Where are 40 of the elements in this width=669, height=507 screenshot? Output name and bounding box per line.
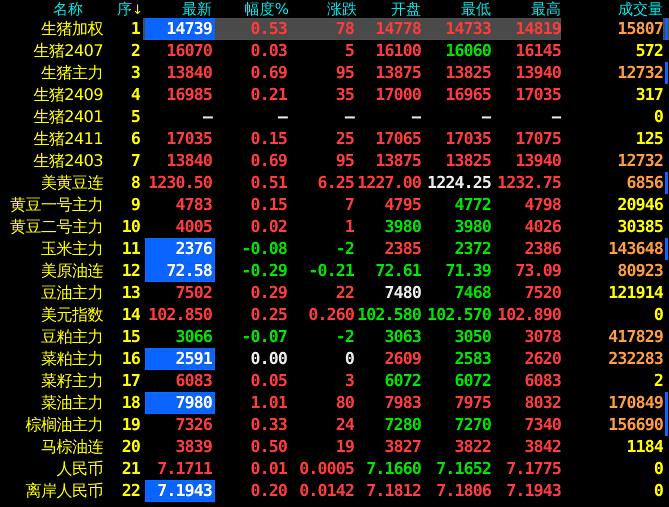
table-row[interactable]: 生猪2409 4 16985 0.21 35 17000 16965 17035 317	[0, 84, 669, 106]
column-header[interactable]: 开盘	[391, 0, 421, 18]
table-cell: 72.58	[145, 260, 215, 282]
table-row[interactable]: 美黄豆连 8 1230.50 0.51 6.25 1227.00 1224.25 1232.75 6856	[0, 172, 669, 194]
table-row[interactable]: 离岸人民币 22 7.1943 0.20 0.0142 7.1812 7.1806 7.1943 0	[0, 480, 669, 502]
table-cell: 生猪加权	[0, 18, 105, 40]
table-cell: 7980	[145, 392, 215, 414]
table-row[interactable]: 生猪2403 7 13840 0.69 95 13875 13825 13940 12732	[0, 150, 669, 172]
table-row[interactable]: 黄豆一号主力 9 4783 0.15 7 4795 4772 4798 20946	[0, 194, 669, 216]
table-row[interactable]: 玉米主力 11 2376 -0.08 -2 2385 2372 2386 143648	[0, 238, 669, 260]
column-header[interactable]: 最高	[531, 0, 561, 18]
table-row[interactable]: 人民币 21 7.1711 0.01 0.0005 7.1660 7.1652 7.1775 0	[0, 458, 669, 480]
table-row[interactable]: 棕榈油主力 19 7326 0.33 24 7280 7270 7340 156690	[0, 414, 669, 436]
table-row[interactable]: 黄豆二号主力 10 4005 0.02 1 3980 3980 4026 30385	[0, 216, 669, 238]
table-row[interactable]: 菜油主力 18 7980 1.01 80 7983 7975 8032 170849	[0, 392, 669, 414]
table-cell: 14739	[145, 18, 215, 40]
column-header[interactable]: 序	[117, 0, 132, 18]
table-row[interactable]: 菜籽主力 17 6083 0.05 3 6072 6072 6083 2	[0, 370, 669, 392]
column-header[interactable]: 最低	[461, 0, 491, 18]
column-header[interactable]: 涨跌	[327, 0, 357, 18]
table-row[interactable]: 豆油主力 13 7502 0.29 22 7480 7468 7520 121914	[0, 282, 669, 304]
table-row[interactable]: 美元指数 14 102.850 0.25 0.260 102.580 102.570 102.890 0	[0, 304, 669, 326]
table-row[interactable]: 美原油连 12 72.58 -0.29 -0.21 72.61 71.39 73.09 80923	[0, 260, 669, 282]
table-row[interactable]: 生猪2411 6 17035 0.15 25 17065 17035 17075 125	[0, 128, 669, 150]
column-header[interactable]: 成交量	[618, 0, 663, 18]
table-row[interactable]: 菜粕主力 16 2591 0.00 0 2609 2583 2620 232283	[0, 348, 669, 370]
table-cell: 2591	[145, 348, 215, 370]
table-cell: 1	[105, 18, 143, 40]
table-row[interactable]: 马棕油连 20 3839 0.50 19 3827 3822 3842 1184	[0, 436, 669, 458]
table-cell: 15807	[561, 18, 663, 40]
table-row[interactable]: 生猪主力 3 13840 0.69 95 13875 13825 13940 12732	[0, 62, 669, 84]
table-cell: 7.1943	[145, 480, 215, 502]
column-header[interactable]: 幅度%	[244, 0, 289, 18]
column-header[interactable]: 最新	[182, 0, 212, 18]
table-row[interactable]: 生猪2407 2 16070 0.03 5 16100 16060 16145 572	[0, 40, 669, 62]
table-cell: 2376	[145, 238, 215, 260]
table-row[interactable]: 生猪加权 1 14739 0.53 78 14778 14733 14819 15807	[0, 18, 669, 40]
table-row[interactable]: 豆粕主力 15 3066 -0.07 -2 3063 3050 3078 417829	[0, 326, 669, 348]
sort-indicator[interactable]: ↓	[132, 3, 143, 18]
column-header[interactable]: 名称	[53, 0, 83, 18]
